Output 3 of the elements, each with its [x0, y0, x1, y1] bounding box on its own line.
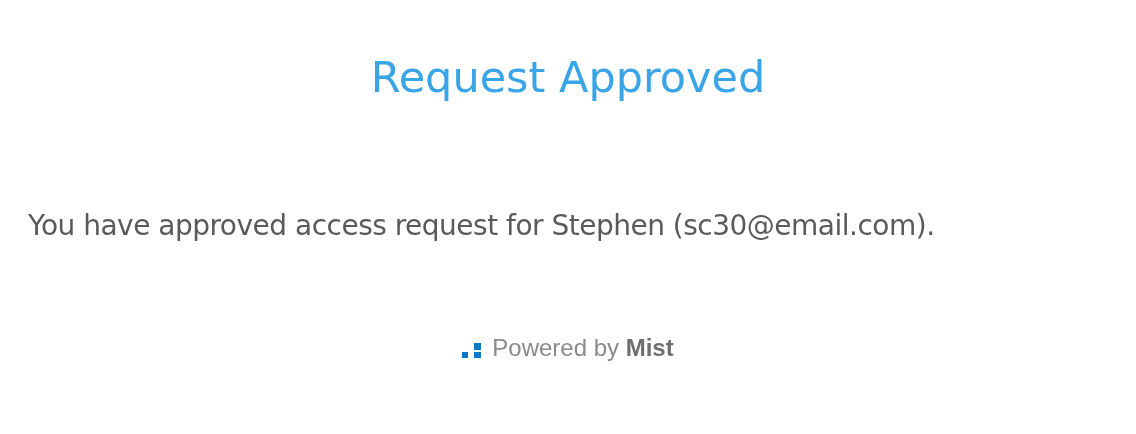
- confirmation-message: You have approved access request for Stephen (sc30@email.com).: [28, 208, 936, 244]
- powered-by-text: Powered by Mist: [492, 334, 674, 362]
- page-title: Request Approved: [369, 51, 767, 104]
